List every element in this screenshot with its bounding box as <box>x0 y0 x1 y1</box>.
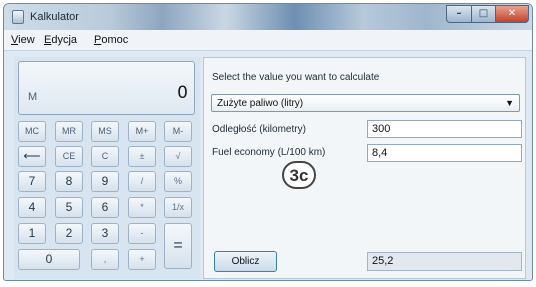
fuel-economy-label: Fuel economy (L/100 km) <box>212 147 326 158</box>
digit-3-button[interactable]: 3 <box>91 223 119 244</box>
menu-bar: View Edycja Pomoc <box>4 30 532 51</box>
menu-view-label: iew <box>18 34 35 46</box>
m-minus-button[interactable]: M- <box>164 121 192 142</box>
m-plus-button[interactable]: M+ <box>128 121 156 142</box>
digit-7-button[interactable]: 7 <box>18 171 46 192</box>
mc-button[interactable]: MC <box>18 121 46 142</box>
ms-button[interactable]: MS <box>91 121 119 142</box>
fuel-economy-panel: Select the value you want to calculate Z… <box>203 57 526 279</box>
menu-view[interactable]: View <box>11 34 35 46</box>
selected-option: Zużyte paliwo (litry) <box>217 98 304 109</box>
plus-button[interactable]: + <box>128 249 156 270</box>
minimize-button[interactable]: – <box>446 5 472 23</box>
ce-button[interactable]: CE <box>55 146 83 167</box>
calculation-prompt: Select the value you want to calculate <box>212 72 380 83</box>
value-to-calculate-select[interactable]: Zużyte paliwo (litry) ▼ <box>211 94 520 112</box>
sqrt-button[interactable]: √ <box>164 146 192 167</box>
digit-0-button[interactable]: 0 <box>18 249 80 270</box>
backspace-button[interactable]: ⟵ <box>18 146 46 167</box>
digit-2-button[interactable]: 2 <box>55 223 83 244</box>
calculator-keypad-area: M 0 MC MR MS M+ M- ⟵ CE C ± √ 7 8 9 / % … <box>14 57 200 279</box>
digit-4-button[interactable]: 4 <box>18 197 46 218</box>
clear-button[interactable]: C <box>91 146 119 167</box>
percent-button[interactable]: % <box>164 171 192 192</box>
divide-button[interactable]: / <box>128 171 156 192</box>
distance-input[interactable]: 300 <box>367 120 522 138</box>
result-field: 25,2 <box>367 252 522 271</box>
calculate-button[interactable]: Oblicz <box>214 251 277 272</box>
digit-1-button[interactable]: 1 <box>18 223 46 244</box>
digit-6-button[interactable]: 6 <box>91 197 119 218</box>
decimal-button[interactable]: , <box>91 249 119 270</box>
maximize-button[interactable]: □ <box>471 5 496 23</box>
digit-8-button[interactable]: 8 <box>55 171 83 192</box>
memory-indicator: M <box>28 91 38 103</box>
digit-5-button[interactable]: 5 <box>55 197 83 218</box>
digit-9-button[interactable]: 9 <box>91 171 119 192</box>
calculator-display: M 0 <box>18 61 195 115</box>
menu-pomoc[interactable]: Pomoc <box>94 34 128 46</box>
menu-edycja-label: dycja <box>51 34 78 46</box>
display-value: 0 <box>177 83 188 103</box>
window-title: Kalkulator <box>30 11 79 23</box>
equals-button[interactable]: = <box>164 223 192 269</box>
menu-pomoc-label: omoc <box>101 34 129 46</box>
minus-button[interactable]: - <box>128 223 156 244</box>
distance-label: Odległość (kilometry) <box>212 124 306 135</box>
multiply-button[interactable]: * <box>128 197 156 218</box>
close-button[interactable]: ✕ <box>495 5 529 23</box>
calculator-window: Kalkulator – □ ✕ View Edycja Pomoc M 0 M… <box>3 3 533 281</box>
fuel-economy-input[interactable]: 8,4 <box>367 144 522 162</box>
reciprocal-button[interactable]: 1/x <box>164 197 192 218</box>
plus-minus-button[interactable]: ± <box>128 146 156 167</box>
mr-button[interactable]: MR <box>55 121 83 142</box>
dropdown-arrow-icon: ▼ <box>505 98 514 108</box>
title-bar[interactable]: Kalkulator – □ ✕ <box>4 4 532 30</box>
step-badge: 3c <box>282 161 316 189</box>
calculator-app-icon <box>12 10 24 24</box>
menu-edycja[interactable]: Edycja <box>44 34 77 46</box>
